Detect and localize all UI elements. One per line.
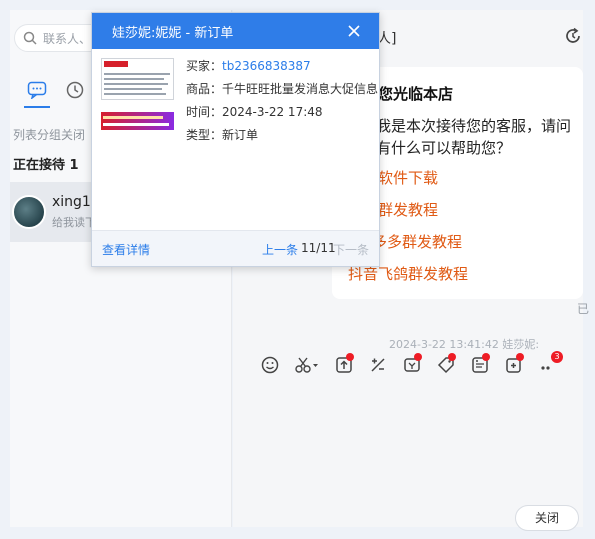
product-value: 千牛旺旺批量发消息大促信息 xyxy=(222,82,379,96)
view-details-link[interactable]: 查看详情 xyxy=(102,241,150,258)
buyer-link[interactable]: tb2366838387 xyxy=(222,59,311,73)
search-icon xyxy=(23,31,37,45)
next-button[interactable]: 下一条 xyxy=(333,241,369,258)
promo-banner-image[interactable] xyxy=(101,112,174,130)
tag-button[interactable] xyxy=(429,352,463,378)
add-button[interactable] xyxy=(497,352,531,378)
calculator-button[interactable] xyxy=(361,352,395,378)
popup-footer: 查看详情 上一条 11/11 下一条 xyxy=(92,230,379,266)
close-icon[interactable] xyxy=(347,24,361,38)
type-label: 类型： xyxy=(186,128,223,142)
buyer-label: 买家： xyxy=(186,59,223,73)
bubble-title: 您光临本店 xyxy=(378,85,454,103)
tab-history[interactable] xyxy=(56,72,94,108)
emoji-button[interactable] xyxy=(253,352,287,378)
scissors-icon xyxy=(295,357,318,373)
order-info: 买家：tb2366838387 商品：千牛旺旺批量发消息大促信息 时间：2024… xyxy=(186,55,378,147)
bubble-body: 我是本次接待您的客服，请问有什么可以帮助您？ xyxy=(376,117,572,157)
upload-button[interactable] xyxy=(327,352,361,378)
message-input[interactable] xyxy=(253,390,583,510)
more-button[interactable]: 3 xyxy=(531,351,565,378)
notification-dot xyxy=(482,353,490,361)
group-note[interactable]: 列表分组关闭 xyxy=(13,126,85,143)
link-duoduo-tutorial[interactable]: 多多群发教程 xyxy=(372,231,462,252)
tab-chats[interactable] xyxy=(18,72,56,108)
product-thumbnails xyxy=(101,58,174,130)
type-value: 新订单 xyxy=(222,128,259,142)
input-toolbar: 3 xyxy=(253,350,583,380)
product-image[interactable] xyxy=(101,58,174,100)
refresh-icon[interactable] xyxy=(563,26,583,46)
product-label: 商品： xyxy=(186,82,223,96)
notification-dot xyxy=(414,353,422,361)
link-broadcast-tutorial[interactable]: 群发教程 xyxy=(378,199,438,220)
read-status: 已 xyxy=(577,302,590,316)
avatar xyxy=(12,195,46,229)
screenshot-button[interactable] xyxy=(287,352,327,378)
image-button[interactable] xyxy=(463,352,497,378)
coupon-button[interactable] xyxy=(395,352,429,378)
popup-title: 娃莎妮:妮妮 - 新订单 xyxy=(112,25,234,41)
popup-header: 娃莎妮:妮妮 - 新订单 xyxy=(92,13,379,49)
link-software-download[interactable]: 软件下载 xyxy=(378,167,438,188)
clock-icon xyxy=(66,81,84,99)
app-window: 联系人、订 列表分组关闭 正在接待 1 xing11 给我读下 您光临本店 我是… xyxy=(0,0,595,539)
more-badge: 3 xyxy=(551,351,563,363)
notification-dot xyxy=(516,353,524,361)
notification-dot xyxy=(448,353,456,361)
time-label: 时间： xyxy=(186,105,223,119)
emoji-icon xyxy=(261,356,279,374)
new-order-popup: 娃莎妮:妮妮 - 新订单 买家：tb2366838387 商品：千牛旺旺批量发消… xyxy=(91,12,380,267)
chat-icon xyxy=(27,81,47,99)
time-value: 2024-3-22 17:48 xyxy=(222,105,323,119)
close-button[interactable]: 关闭 xyxy=(515,505,579,531)
calculator-icon xyxy=(371,358,385,372)
section-title: 正在接待 1 xyxy=(13,158,79,173)
previous-button[interactable]: 上一条 xyxy=(262,241,298,258)
page-counter: 11/11 xyxy=(301,241,336,255)
notification-dot xyxy=(346,353,354,361)
